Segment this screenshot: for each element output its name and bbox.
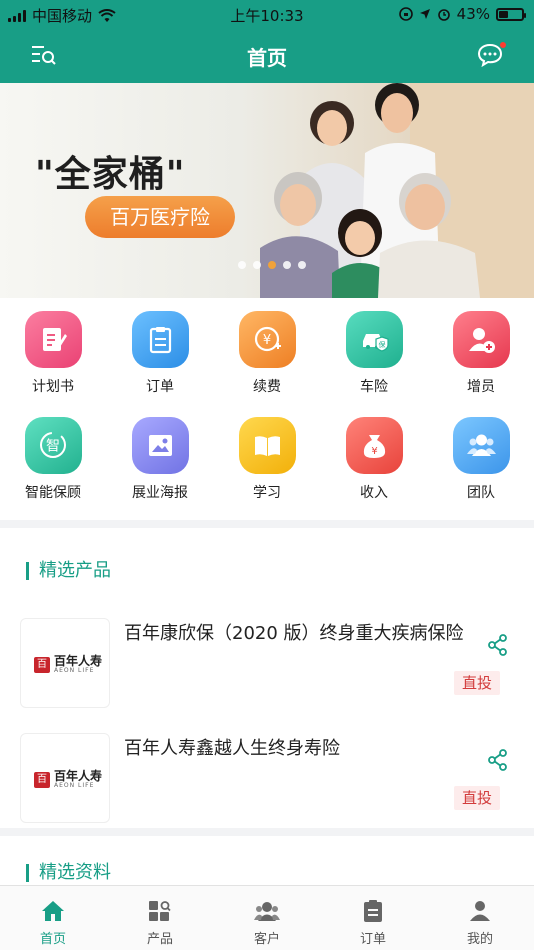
customer-icon bbox=[254, 902, 280, 921]
header: 中国移动 上午10:33 43% 首页 bbox=[0, 0, 534, 83]
home-icon bbox=[42, 901, 64, 921]
battery-fill bbox=[499, 10, 508, 18]
logo-subtext: AEON LIFE bbox=[54, 782, 95, 789]
renew-icon: ¥ bbox=[238, 311, 296, 368]
page-title: 首页 bbox=[247, 46, 287, 70]
nav-bar: 首页 bbox=[0, 30, 534, 80]
svg-text:保: 保 bbox=[378, 340, 385, 349]
study-icon bbox=[238, 417, 296, 474]
tab-label: 产品 bbox=[146, 932, 173, 947]
battery-percent: 43% bbox=[456, 5, 490, 23]
tab-label: 客户 bbox=[253, 932, 280, 947]
poster-icon bbox=[131, 417, 189, 474]
smart-advisor-icon: 智 bbox=[24, 417, 82, 474]
tab-bar: 首页 产品 客户 订单 我的 bbox=[0, 885, 534, 950]
svg-text:¥: ¥ bbox=[371, 446, 377, 457]
logo-mark: 百 bbox=[34, 772, 50, 788]
grid-item-plan[interactable]: 计划书 bbox=[0, 311, 106, 396]
grid-item-add-member[interactable]: 增员 bbox=[428, 311, 534, 396]
grid-item-label: 计划书 bbox=[32, 379, 74, 395]
tab-home[interactable]: 首页 bbox=[13, 900, 93, 947]
grid-item-study[interactable]: 学习 bbox=[214, 417, 320, 502]
unread-dot bbox=[500, 42, 506, 48]
team-icon bbox=[452, 417, 510, 474]
product-tag: 直投 bbox=[454, 786, 500, 810]
product-name: 百年康欣保（2020 版）终身重大疾病保险 bbox=[124, 623, 464, 644]
order-tab-icon bbox=[364, 900, 382, 922]
tab-label: 订单 bbox=[359, 932, 386, 947]
banner-dot[interactable] bbox=[283, 261, 291, 269]
product-card[interactable]: 百 百年人寿 AEON LIFE 百年康欣保（2020 版）终身重大疾病保险 直… bbox=[0, 618, 534, 718]
banner-pagination bbox=[238, 261, 306, 269]
tab-customer[interactable]: 客户 bbox=[227, 900, 307, 947]
share-icon[interactable] bbox=[488, 749, 508, 771]
product-card[interactable]: 百 百年人寿 AEON LIFE 百年人寿鑫越人生终身寿险 直投 bbox=[0, 733, 534, 833]
logo-text: 百年人寿 bbox=[54, 769, 103, 783]
tab-order[interactable]: 订单 bbox=[333, 900, 413, 947]
tab-product[interactable]: 产品 bbox=[120, 900, 200, 947]
income-icon: ¥ bbox=[345, 417, 403, 474]
section-title: 精选资料 bbox=[26, 864, 111, 882]
section-title: 精选产品 bbox=[26, 562, 111, 580]
grid-item-label: 团队 bbox=[467, 485, 495, 501]
status-bar: 中国移动 上午10:33 43% bbox=[0, 0, 534, 28]
product-thumbnail: 百 百年人寿 AEON LIFE bbox=[20, 618, 110, 708]
logo-mark: 百 bbox=[34, 657, 50, 673]
promo-banner[interactable]: "全家桶" 百万医疗险 bbox=[0, 83, 534, 298]
svg-text:智: 智 bbox=[46, 439, 60, 455]
plan-icon bbox=[24, 311, 82, 368]
quick-action-grid: 计划书 订单 ¥ 续费 保 车险 增员 智 智能保顾 展业海报 学习 ¥ 收入 … bbox=[0, 298, 534, 520]
product-name: 百年人寿鑫越人生终身寿险 bbox=[124, 738, 340, 759]
product-thumbnail: 百 百年人寿 AEON LIFE bbox=[20, 733, 110, 823]
banner-dot[interactable] bbox=[253, 261, 261, 269]
company-logo: 百 百年人寿 AEON LIFE bbox=[34, 770, 102, 790]
grid-item-label: 增员 bbox=[467, 379, 495, 395]
battery-icon bbox=[496, 7, 526, 21]
app-screen: 中国移动 上午10:33 43% 首页 "全家桶" 百万医疗险 计划书 订单 ¥… bbox=[0, 0, 534, 950]
grid-item-poster[interactable]: 展业海报 bbox=[107, 417, 213, 502]
add-member-icon bbox=[452, 311, 510, 368]
grid-item-renew[interactable]: ¥ 续费 bbox=[214, 311, 320, 396]
banner-pill: 百万医疗险 bbox=[85, 196, 235, 238]
order-icon bbox=[131, 311, 189, 368]
grid-item-smart-advisor[interactable]: 智 智能保顾 bbox=[0, 417, 106, 502]
car-insurance-icon: 保 bbox=[345, 311, 403, 368]
grid-item-label: 车险 bbox=[360, 379, 388, 395]
product-tag: 直投 bbox=[454, 671, 500, 695]
banner-dot[interactable] bbox=[298, 261, 306, 269]
company-logo: 百 百年人寿 AEON LIFE bbox=[34, 655, 102, 675]
grid-item-order[interactable]: 订单 bbox=[107, 311, 213, 396]
tab-profile[interactable]: 我的 bbox=[440, 900, 520, 947]
status-right: 43% bbox=[398, 5, 526, 23]
grid-item-team[interactable]: 团队 bbox=[428, 417, 534, 502]
share-icon[interactable] bbox=[488, 634, 508, 656]
grid-item-label: 收入 bbox=[360, 485, 388, 501]
grid-item-label: 订单 bbox=[146, 379, 174, 395]
featured-materials-section: 精选资料 bbox=[0, 836, 534, 888]
grid-item-income[interactable]: ¥ 收入 bbox=[321, 417, 427, 502]
banner-dot[interactable] bbox=[238, 261, 246, 269]
banner-dot[interactable] bbox=[268, 261, 276, 269]
svg-text:¥: ¥ bbox=[262, 333, 270, 348]
grid-item-label: 智能保顾 bbox=[25, 485, 81, 501]
tab-label: 我的 bbox=[466, 932, 493, 947]
grid-item-label: 续费 bbox=[253, 379, 281, 395]
logo-subtext: AEON LIFE bbox=[54, 667, 95, 674]
logo-text: 百年人寿 bbox=[54, 654, 103, 668]
product-icon bbox=[149, 901, 171, 921]
alarm-icon bbox=[437, 9, 450, 21]
location-icon bbox=[419, 9, 430, 19]
message-button[interactable] bbox=[476, 42, 506, 68]
profile-icon bbox=[470, 901, 490, 921]
rotation-lock-icon bbox=[398, 7, 413, 21]
grid-item-car-insurance[interactable]: 保 车险 bbox=[321, 311, 427, 396]
tab-label: 首页 bbox=[39, 932, 66, 947]
grid-item-label: 学习 bbox=[253, 485, 281, 501]
featured-products-section: 精选产品 百 百年人寿 AEON LIFE 百年康欣保（2020 版）终身重大疾… bbox=[0, 528, 534, 828]
grid-item-label: 展业海报 bbox=[132, 485, 188, 501]
banner-headline: "全家桶" bbox=[35, 154, 186, 195]
